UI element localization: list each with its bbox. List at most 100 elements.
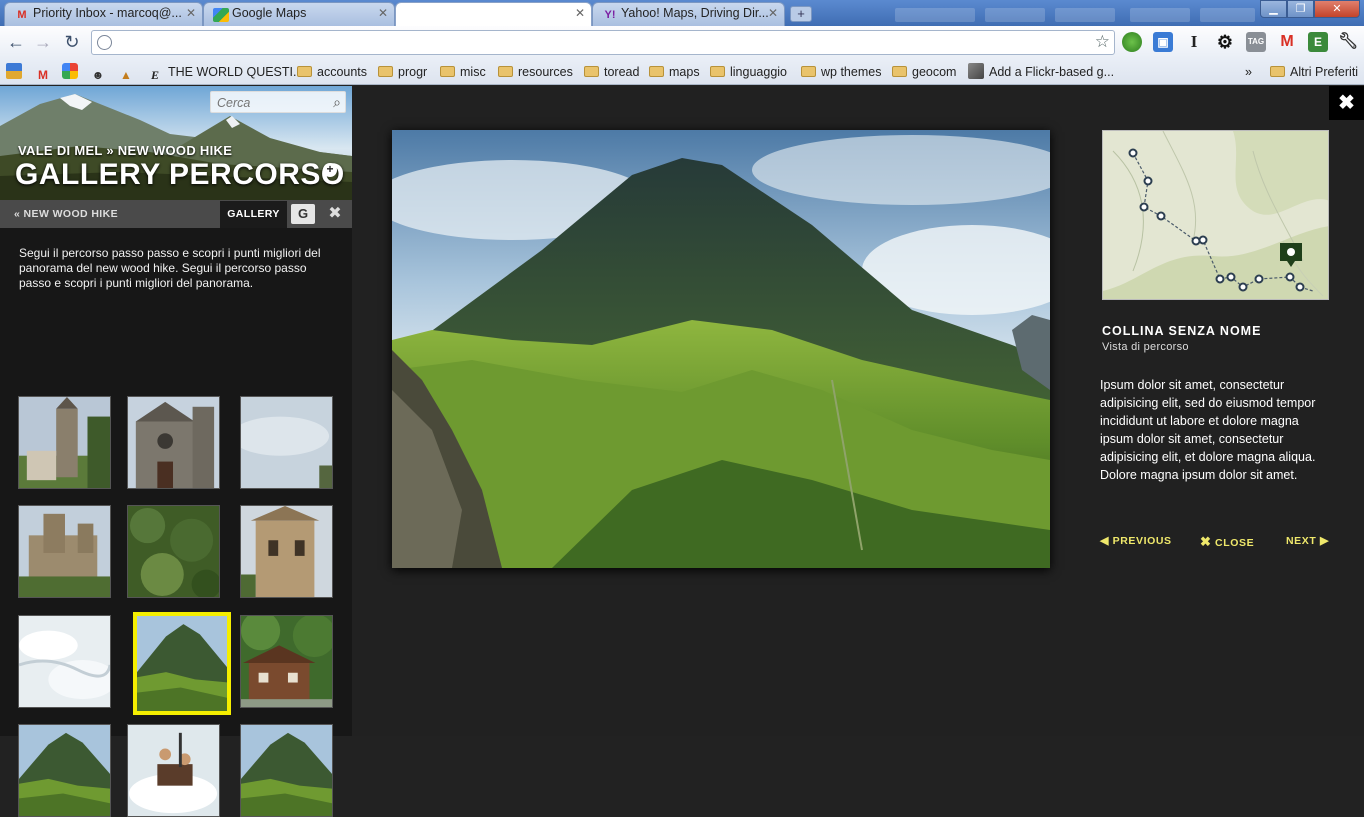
tab-strip: M Priority Inbox - marcoq@... ✕ Google M… bbox=[0, 0, 1364, 26]
new-tab-button[interactable]: + bbox=[790, 6, 812, 22]
gallery-description: Segui il percorso passo passo e scopri i… bbox=[19, 246, 321, 290]
tab-close-icon[interactable]: ✕ bbox=[575, 6, 585, 20]
tab-yahoo-maps[interactable]: Y! Yahoo! Maps, Driving Dir... ✕ bbox=[592, 2, 785, 26]
wrench-icon[interactable]: 🔧︎ bbox=[1338, 32, 1358, 52]
white-water-image bbox=[19, 616, 110, 707]
tab-gallery[interactable]: GALLERY bbox=[220, 201, 287, 228]
bookmark-gmail[interactable]: M bbox=[35, 63, 56, 82]
maximize-button[interactable]: ❐ bbox=[1287, 0, 1314, 18]
tab-google-maps[interactable]: Google Maps ✕ bbox=[203, 2, 395, 26]
tab-close-icon[interactable]: ✕ bbox=[186, 6, 196, 20]
gallery-thumbnail[interactable] bbox=[18, 724, 111, 817]
tag-extension-icon[interactable]: TAG bbox=[1246, 32, 1266, 52]
gmail-icon: M bbox=[17, 9, 27, 21]
castle-image bbox=[19, 506, 110, 597]
gallery-thumbnail[interactable] bbox=[240, 396, 333, 489]
breadcrumb[interactable]: VALE DI MEL » NEW WOOD HIKE bbox=[18, 143, 232, 158]
screen-extension-icon[interactable]: ▣ bbox=[1153, 32, 1173, 52]
search-input[interactable] bbox=[211, 92, 321, 114]
gallery-thumbnail[interactable] bbox=[240, 505, 333, 598]
globe-extension-icon[interactable] bbox=[1122, 32, 1142, 52]
bookmark-star-icon[interactable]: ☆ bbox=[1095, 32, 1110, 52]
blurred-region bbox=[895, 8, 975, 22]
money-icon: ▲ bbox=[120, 68, 132, 82]
page-icon bbox=[97, 35, 112, 50]
bookmark-folder[interactable]: geocom bbox=[892, 63, 956, 81]
gallery-thumbnail[interactable] bbox=[127, 396, 220, 489]
tab-priority-inbox[interactable]: M Priority Inbox - marcoq@... ✕ bbox=[4, 2, 203, 26]
gallery-thumbnail[interactable] bbox=[133, 612, 231, 715]
wooden-chalet-image bbox=[241, 616, 332, 707]
gallery-thumbnail[interactable] bbox=[240, 615, 333, 708]
plus-icon[interactable]: + bbox=[323, 163, 337, 177]
folder-icon bbox=[801, 66, 816, 77]
tab-close-icon[interactable]: ✕ bbox=[378, 6, 388, 20]
text-extension-icon[interactable]: I bbox=[1184, 32, 1204, 52]
sidebar-subnav: « NEW WOOD HIKE GALLERY G ✖ bbox=[0, 200, 352, 228]
bookmark-picasa[interactable] bbox=[62, 63, 83, 81]
gallery-thumbnail[interactable] bbox=[18, 615, 111, 708]
folder-icon bbox=[1270, 66, 1285, 77]
bookmark-folder[interactable]: wp themes bbox=[801, 63, 881, 81]
bookmark-folder[interactable]: resources bbox=[498, 63, 573, 81]
bookmark-label: resources bbox=[518, 65, 573, 79]
page: ⌕ VALE DI MEL » NEW WOOD HIKE GALLERY PE… bbox=[0, 86, 1364, 817]
blurred-region bbox=[1130, 8, 1190, 22]
tab-close-icon[interactable]: ✕ bbox=[768, 6, 778, 20]
search-icon[interactable]: ⌕ bbox=[333, 94, 341, 111]
tab-current[interactable]: ✕ bbox=[395, 2, 592, 26]
back-link-new-wood-hike[interactable]: « NEW WOOD HIKE bbox=[14, 208, 118, 220]
bookmark-photo[interactable] bbox=[6, 63, 27, 81]
bookmarks-overflow-button[interactable]: » bbox=[1245, 63, 1252, 81]
bookmark-label: THE WORLD QUESTI... bbox=[168, 65, 304, 79]
close-icon[interactable]: ✖ bbox=[323, 203, 347, 225]
main-photo bbox=[392, 130, 1050, 568]
reload-icon[interactable]: ↻ bbox=[61, 32, 83, 52]
bookmark-folder[interactable]: linguaggio bbox=[710, 63, 787, 81]
forward-arrow-icon[interactable]: → bbox=[32, 32, 54, 52]
sky-image bbox=[241, 397, 332, 488]
bookmark-folder[interactable]: maps bbox=[649, 63, 700, 81]
mountain-photo-image bbox=[392, 130, 1050, 568]
bookmark-reddit[interactable]: ☻ bbox=[90, 63, 111, 82]
bookmark-link[interactable]: Add a Flickr-based g... bbox=[968, 63, 1114, 81]
folder-icon bbox=[892, 66, 907, 77]
close-viewer-button[interactable]: ✖ bbox=[1329, 86, 1364, 120]
bookmark-label: misc bbox=[460, 65, 486, 79]
address-input[interactable] bbox=[118, 31, 1098, 53]
evernote-icon[interactable]: E bbox=[1308, 32, 1328, 52]
other-bookmarks-folder[interactable]: Altri Preferiti bbox=[1270, 63, 1358, 81]
gallery-thumbnail[interactable] bbox=[18, 505, 111, 598]
route-minimap[interactable] bbox=[1102, 130, 1329, 300]
bookmark-label: accounts bbox=[317, 65, 368, 79]
google-maps-icon bbox=[213, 8, 229, 22]
gmail-icon[interactable]: M bbox=[1277, 32, 1297, 52]
next-label: NEXT bbox=[1286, 535, 1317, 547]
back-arrow-icon[interactable]: ← bbox=[5, 32, 27, 52]
gallery-thumbnail[interactable] bbox=[127, 724, 220, 817]
stone-house-image bbox=[241, 506, 332, 597]
bookmark-folder[interactable]: accounts bbox=[297, 63, 367, 81]
bookmark-folder[interactable]: misc bbox=[440, 63, 486, 81]
next-button[interactable]: NEXT ▶ bbox=[1286, 534, 1329, 547]
close-button[interactable]: ✖ CLOSE bbox=[1200, 534, 1254, 550]
folder-icon bbox=[584, 66, 599, 77]
g-button[interactable]: G bbox=[291, 204, 315, 224]
previous-button[interactable]: ◀ PREVIOUS bbox=[1100, 534, 1172, 547]
gallery-thumbnail[interactable] bbox=[127, 505, 220, 598]
gallery-thumbnail[interactable] bbox=[18, 396, 111, 489]
bookmark-folder[interactable]: toread bbox=[584, 63, 639, 81]
bookmark-money[interactable]: ▲ bbox=[118, 63, 139, 82]
gallery-thumbnail[interactable] bbox=[240, 724, 333, 817]
photo-description: Ipsum dolor sit amet, consectetur adipis… bbox=[1100, 378, 1316, 482]
yahoo-icon: Y! bbox=[604, 9, 616, 21]
sidebar: ⌕ VALE DI MEL » NEW WOOD HIKE GALLERY PE… bbox=[0, 86, 352, 817]
minimize-button[interactable]: ▁ bbox=[1260, 0, 1287, 18]
address-bar[interactable]: ☆ bbox=[91, 30, 1115, 55]
bookmark-folder[interactable]: progr bbox=[378, 63, 427, 81]
close-window-button[interactable]: ✕ bbox=[1314, 0, 1360, 18]
reddit-icon: ☻ bbox=[91, 68, 105, 82]
gear-icon[interactable]: ⚙ bbox=[1215, 32, 1235, 52]
bookmark-link[interactable]: E THE WORLD QUESTI... bbox=[147, 63, 304, 82]
search-box[interactable]: ⌕ bbox=[210, 91, 346, 114]
